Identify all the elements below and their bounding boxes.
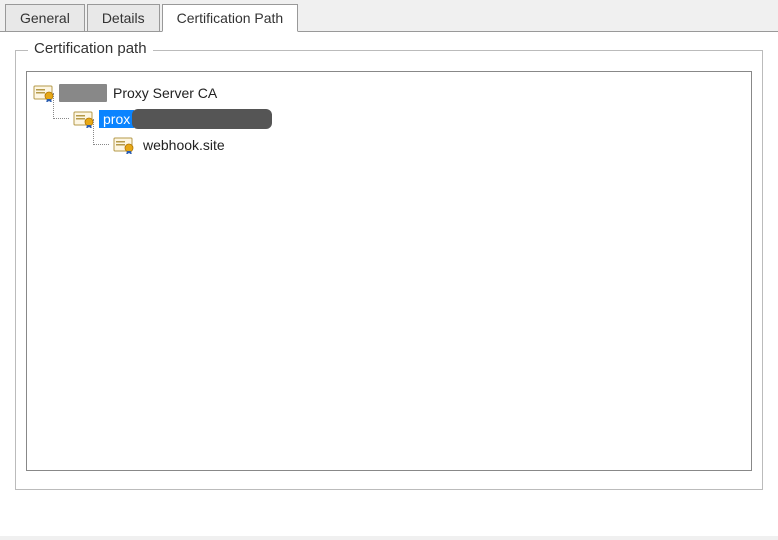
group-title: Certification path [28, 40, 153, 57]
certification-path-group: Certification path Proxy Server CA [15, 50, 763, 490]
tab-panel: Certification path Proxy Server CA [0, 31, 778, 536]
node-label: Proxy Server CA [109, 84, 221, 102]
tree-node-intermediate[interactable]: prox [33, 106, 745, 132]
tab-certification-path[interactable]: Certification Path [162, 4, 299, 32]
certificate-icon [113, 136, 135, 154]
tab-details[interactable]: Details [87, 4, 160, 32]
node-label: webhook.site [139, 136, 229, 154]
tree-node-leaf[interactable]: webhook.site [33, 132, 745, 158]
redacted-text [132, 109, 272, 129]
tree-node-root-ca[interactable]: Proxy Server CA [33, 80, 745, 106]
tab-general[interactable]: General [5, 4, 85, 32]
tab-strip: General Details Certification Path [0, 0, 778, 31]
certificate-icon [33, 84, 55, 102]
certificate-icon [73, 110, 95, 128]
cert-chain-tree[interactable]: Proxy Server CA prox [26, 71, 752, 471]
